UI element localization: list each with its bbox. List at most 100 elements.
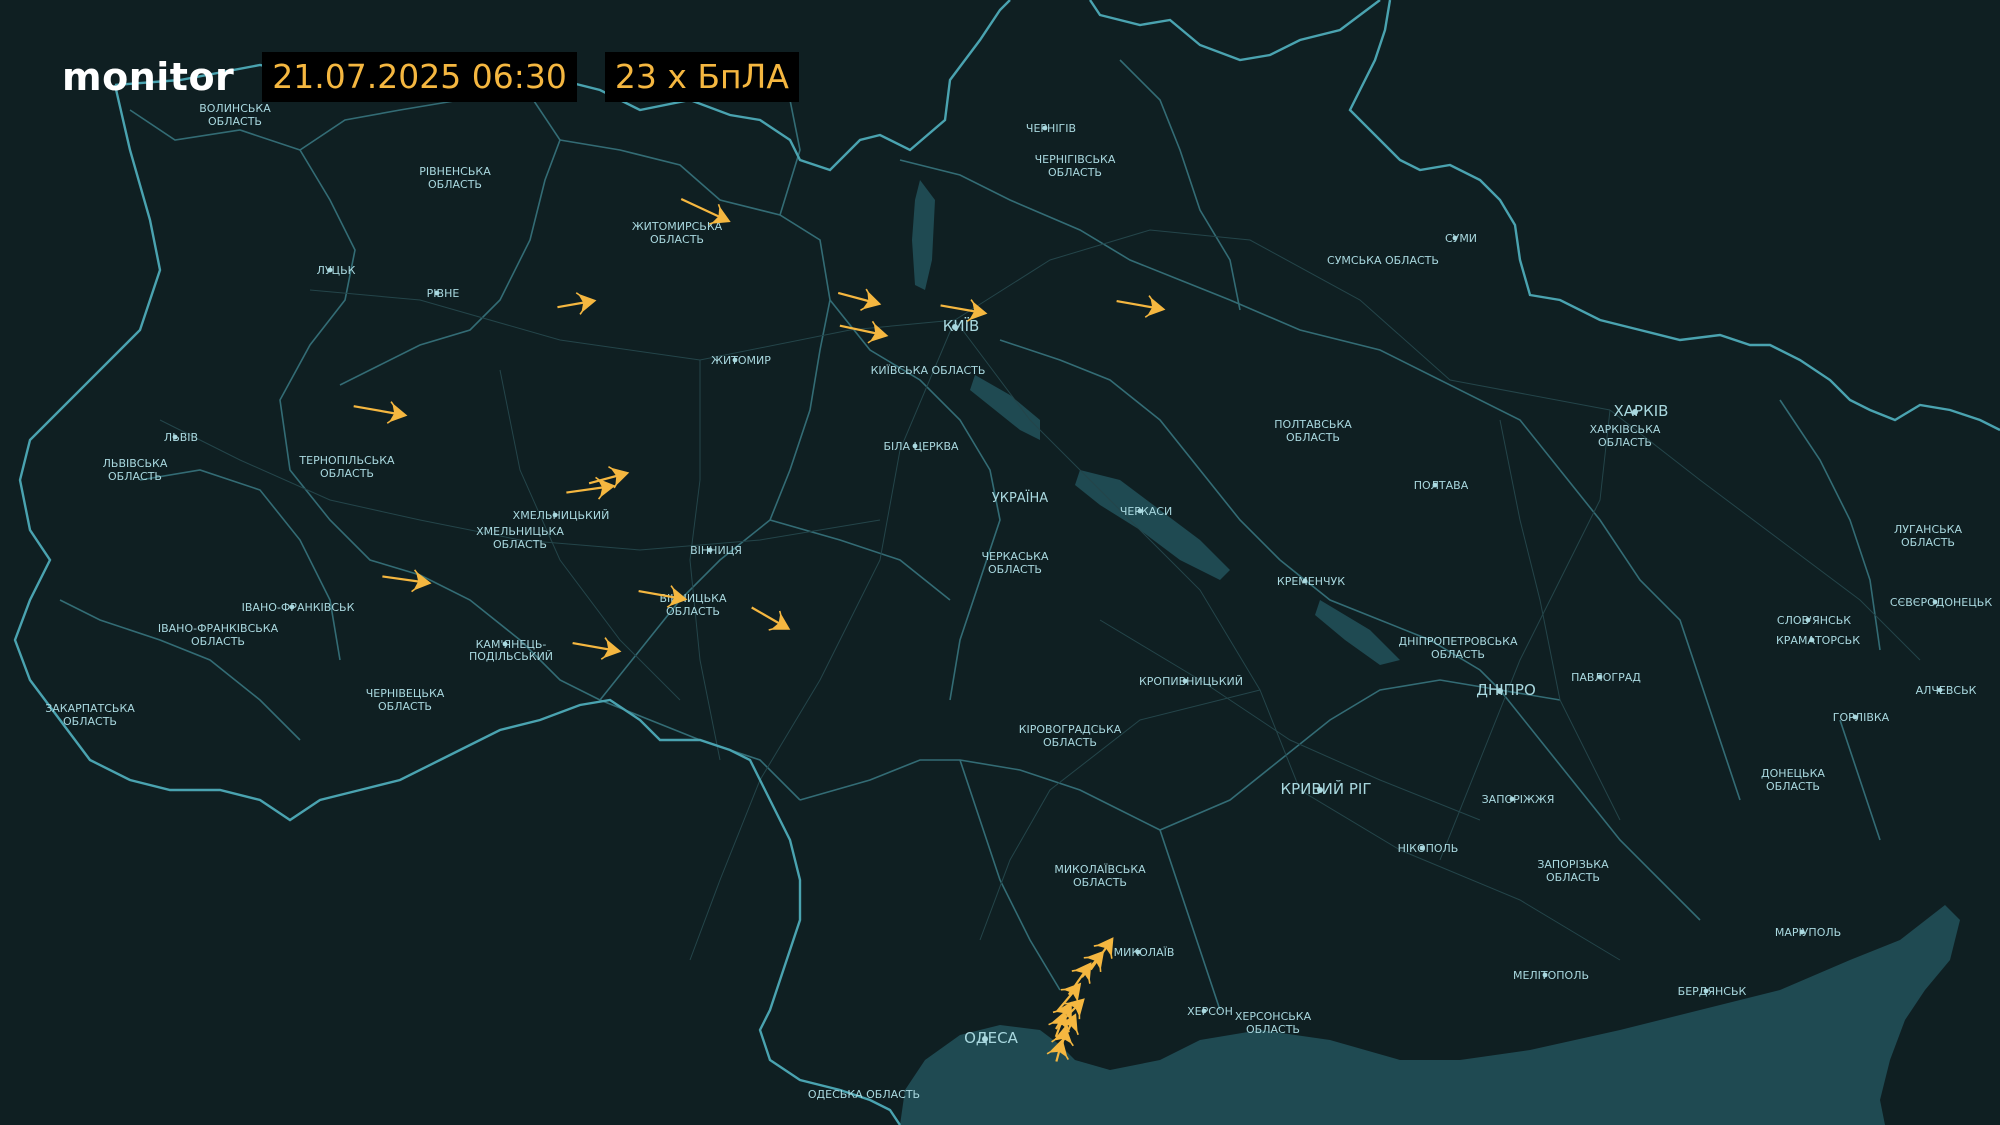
city-marker-ivanofrankivsk[interactable]: ІВАНО-ФРАНКІВСЬК [242,601,355,614]
drone-icon[interactable] [557,290,597,315]
drone-icon[interactable] [1116,295,1166,321]
city-label: НІКОПОЛЬ [1398,842,1459,855]
region-label-ukraine: УКРАЇНА [992,490,1048,506]
drone-icon[interactable] [572,637,622,663]
header-bar: monitor 21.07.2025 06:30 23 х БпЛА [62,52,799,102]
city-label: СЛОВ'ЯНСЬК [1777,614,1851,627]
drone-trail [680,197,723,219]
city-marker-odesa[interactable]: ОДЕСА [964,1029,1018,1047]
region-label-volyn: ВОЛИНСЬКА ОБЛАСТЬ [199,102,271,128]
city-label: СУМИ [1445,232,1477,245]
region-label-khmelnytskyi_obl: ХМЕЛЬНИЦЬКА ОБЛАСТЬ [476,525,564,551]
city-marker-horlivka[interactable]: ГОРЛІВКА [1833,711,1890,724]
city-label: ЛУЦЬК [317,264,356,277]
city-marker-kropyvnytskyi[interactable]: КРОПИВНИЦЬКИЙ [1139,675,1243,688]
city-marker-berdiansk[interactable]: БЕРДЯНСЬК [1678,985,1747,998]
city-marker-rivne[interactable]: РІВНЕ [427,287,460,300]
city-marker-dnipro[interactable]: ДНІПРО [1476,681,1536,699]
drone-icon[interactable] [837,288,882,315]
city-marker-kramatorsk[interactable]: КРАМАТОРСЬК [1776,634,1860,647]
drone-trail [382,575,423,584]
city-marker-sumy[interactable]: СУМИ [1445,232,1477,245]
city-label: ВІННИЦЯ [690,544,742,557]
app-logo: monitor [62,54,235,99]
city-label: РІВНЕ [427,287,460,300]
city-label: ХМЕЛЬНИЦЬКИЙ [513,509,610,522]
city-marker-sloviansk[interactable]: СЛОВ'ЯНСЬК [1777,614,1851,627]
city-marker-kryvyirih[interactable]: КРИВИЙ РІГ [1280,779,1371,798]
city-marker-cherkasy[interactable]: ЧЕРКАСИ [1120,505,1172,518]
city-label: КРАМАТОРСЬК [1776,634,1860,647]
city-marker-mariupol[interactable]: МАРІУПОЛЬ [1775,926,1841,939]
drone-trail [353,405,399,416]
city-marker-zaporizhzhia[interactable]: ЗАПОРІЖЖЯ [1482,793,1555,806]
region-label-cherkasy_obl: ЧЕРКАСЬКА ОБЛАСТЬ [981,550,1048,576]
region-label-mykolaiv_obl: МИКОЛАЇВСЬКА ОБЛАСТЬ [1054,863,1146,889]
region-label-zaporizhzhia_obl: ЗАПОРІЗЬКА ОБЛАСТЬ [1537,858,1609,884]
drone-icon[interactable] [353,401,408,427]
city-label: КРИВИЙ РІГ [1280,779,1371,798]
drone-count-badge: 23 х БпЛА [604,52,799,102]
city-marker-lutsk[interactable]: ЛУЦЬК [317,264,356,277]
region-label-sumy_obl: СУМСЬКА ОБЛАСТЬ [1327,254,1439,267]
drone-glyph [867,320,889,344]
city-label: КРЕМЕНЧУК [1277,575,1345,588]
drone-trail [837,291,873,304]
city-marker-chernihiv[interactable]: ЧЕРНІГІВ [1026,122,1076,135]
city-marker-kremenchuk[interactable]: КРЕМЕНЧУК [1277,575,1345,588]
city-label: ХЕРСОН [1187,1005,1233,1018]
city-label: ЗАПОРІЖЖЯ [1482,793,1555,806]
drone-layer[interactable] [353,197,1166,1062]
drone-icon[interactable] [382,569,432,594]
region-label-kharkiv_obl: ХАРКІВСЬКА ОБЛАСТЬ [1590,423,1661,449]
city-label: ОДЕСА [964,1029,1018,1047]
city-label: АЛЧЕВСЬК [1916,684,1977,697]
city-label: ГОРЛІВКА [1833,711,1890,724]
city-marker-kyiv[interactable]: КИЇВ [943,316,980,335]
city-marker-alchevsk[interactable]: АЛЧЕВСЬК [1916,684,1977,697]
city-label: ЧЕРКАСИ [1120,505,1172,518]
city-label: МЕЛІТОПОЛЬ [1513,969,1589,982]
city-marker-lviv[interactable]: ЛЬВІВ [164,431,198,444]
city-marker-mykolaiv[interactable]: МИКОЛАЇВ [1114,946,1175,959]
city-marker-kamianets[interactable]: КАМ'ЯНЕЦЬ-ПОДІЛЬСЬКИЙ [469,638,553,663]
drone-glyph [600,637,622,660]
city-marker-nikopol[interactable]: НІКОПОЛЬ [1398,842,1459,855]
drone-trail [751,606,783,626]
drone-glyph [768,610,791,631]
drone-glyph [860,288,882,311]
city-marker-vinnytsia[interactable]: ВІННИЦЯ [690,544,742,557]
region-label-zakarpattia_obl: ЗАКАРПАТСЬКА ОБЛАСТЬ [45,702,135,728]
region-label-zhytomyr_obl: ЖИТОМИРСЬКА ОБЛАСТЬ [632,220,723,246]
region-label-poltava_obl: ПОЛТАВСЬКА ОБЛАСТЬ [1274,418,1352,444]
city-label: СЄВЄРОДОНЕЦЬК [1890,596,1992,609]
ukraine-map[interactable]: КИЇВ ЧЕРНІГІВ СУМИ ХАРКІВ ЖИТОМИР ЛУЦЬК РІВНЕ Л… [0,0,2000,1125]
region-label-rivne_obl: РІВНЕНСЬКА ОБЛАСТЬ [419,165,491,191]
region-label-chernihiv_obl: ЧЕРНІГІВСЬКА ОБЛАСТЬ [1035,153,1116,179]
city-marker-sievierodonetsk[interactable]: СЄВЄРОДОНЕЦЬК [1890,596,1992,609]
region-label-odesa_obl: ОДЕСЬКА ОБЛАСТЬ [808,1088,920,1101]
drone-glyph [1060,982,1082,1005]
drone-icon[interactable] [751,606,795,639]
city-label: БІЛА ЦЕРКВА [883,440,959,453]
city-label: ЧЕРНІГІВ [1026,122,1076,135]
region-label-kyiv_obl: КИЇВСЬКА ОБЛАСТЬ [871,364,986,377]
city-marker-bilatserkva[interactable]: БІЛА ЦЕРКВА [883,440,959,453]
region-label-ivanofrankivsk_obl: ІВАНО-ФРАНКІВСЬКА ОБЛАСТЬ [158,622,279,648]
map-view[interactable]: КИЇВ ЧЕРНІГІВ СУМИ ХАРКІВ ЖИТОМИР ЛУЦЬК РІВНЕ Л… [0,0,2000,1125]
region-label-dnipro_obl: ДНІПРОПЕТРОВСЬКА ОБЛАСТЬ [1398,635,1517,661]
city-label: ЛЬВІВ [164,431,198,444]
city-marker-melitopol[interactable]: МЕЛІТОПОЛЬ [1513,969,1589,982]
region-label-donetsk_obl: ДОНЕЦЬКА ОБЛАСТЬ [1761,767,1825,793]
city-marker-zhytomyr[interactable]: ЖИТОМИР [711,354,771,367]
city-marker-kharkiv[interactable]: ХАРКІВ [1614,402,1669,420]
drone-trail [572,641,613,652]
city-marker-kherson[interactable]: ХЕРСОН [1187,1005,1233,1018]
city-label: ІВАНО-ФРАНКІВСЬК [242,601,355,614]
city-label: МАРІУПОЛЬ [1775,926,1841,939]
city-marker-poltava[interactable]: ПОЛТАВА [1414,479,1469,492]
drone-glyph [575,292,597,315]
city-label: ДНІПРО [1476,681,1536,699]
city-marker-pavlohrad[interactable]: ПАВЛОГРАД [1571,671,1641,684]
city-marker-khmelnytskyi[interactable]: ХМЕЛЬНИЦЬКИЙ [513,509,610,522]
